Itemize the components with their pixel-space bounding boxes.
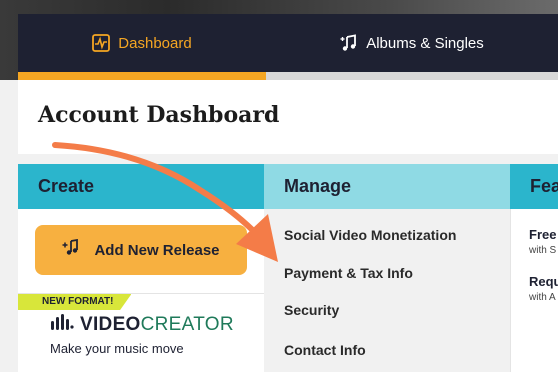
- featured-column-header: Fea: [510, 164, 558, 209]
- section-divider: [18, 154, 558, 164]
- create-column-header: Create: [18, 164, 264, 209]
- tab-albums-singles[interactable]: Albums & Singles: [266, 14, 558, 72]
- active-tab-indicator: [18, 72, 266, 80]
- main-tab-bar: Dashboard Albums & Singles: [18, 14, 558, 80]
- manage-link-social-video-monetization[interactable]: Social Video Monetization: [284, 227, 456, 243]
- featured-item-title: Free: [529, 227, 557, 242]
- music-notes-plus-icon: [340, 34, 358, 52]
- activity-chart-icon: [92, 34, 111, 52]
- create-divider: [18, 293, 264, 294]
- video-creator-logo[interactable]: VIDEOCREATOR: [50, 313, 234, 336]
- soundwave-icon: [50, 313, 74, 336]
- left-gutter: [0, 80, 18, 372]
- featured-item-subtitle: with A: [529, 292, 556, 303]
- video-creator-tagline: Make your music move: [50, 341, 184, 356]
- tab-albums-label: Albums & Singles: [366, 34, 484, 52]
- featured-item[interactable]: Requ with A: [529, 274, 558, 303]
- featured-item-subtitle: with S: [529, 245, 557, 256]
- manage-link-security[interactable]: Security: [284, 302, 339, 318]
- featured-column: Free with S Requ with A: [510, 209, 558, 372]
- featured-item-title: Requ: [529, 274, 558, 289]
- tab-dashboard[interactable]: Dashboard: [18, 14, 266, 72]
- music-note-plus-icon: [62, 238, 80, 261]
- tab-dashboard-label: Dashboard: [118, 34, 192, 52]
- new-format-badge: NEW FORMAT!: [18, 294, 132, 310]
- video-creator-logo-word1: VIDEO: [80, 313, 141, 335]
- manage-column-header: Manage: [264, 164, 510, 209]
- add-new-release-label: Add New Release: [94, 241, 220, 259]
- add-new-release-button[interactable]: Add New Release: [35, 225, 247, 275]
- video-creator-logo-word2: CREATOR: [140, 313, 234, 335]
- manage-link-contact-info[interactable]: Contact Info: [284, 342, 366, 358]
- manage-column: Social Video Monetization Payment & Tax …: [264, 209, 510, 372]
- inactive-tab-indicator: [266, 72, 558, 80]
- manage-link-payment-tax-info[interactable]: Payment & Tax Info: [284, 265, 413, 281]
- page-title: Account Dashboard: [38, 102, 280, 128]
- featured-item[interactable]: Free with S: [529, 227, 556, 256]
